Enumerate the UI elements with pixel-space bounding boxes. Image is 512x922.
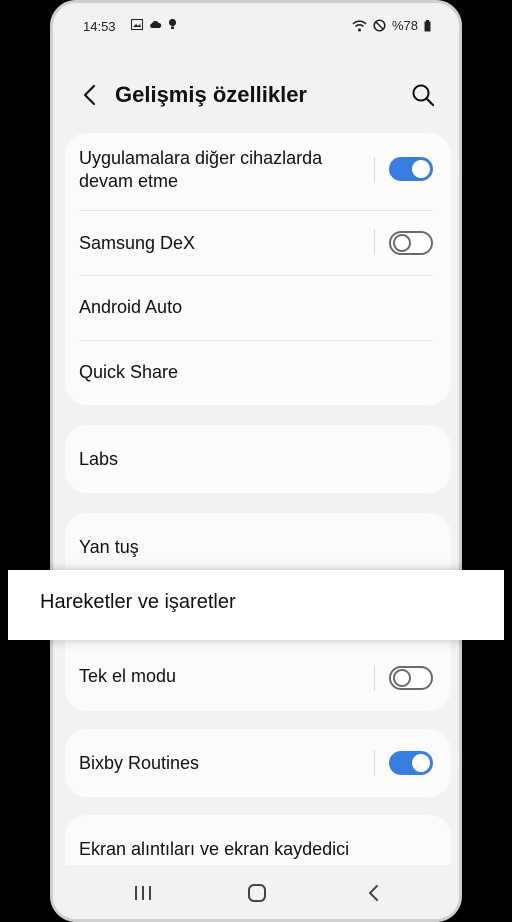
battery-percent: %78 xyxy=(391,18,418,33)
chevron-left-icon[interactable] xyxy=(77,81,105,109)
page-title: Gelişmiş özellikler xyxy=(115,82,307,107)
app-bar: Gelişmiş özellikler xyxy=(53,73,459,121)
recents-button[interactable] xyxy=(129,879,157,907)
setting-samsung-dex-label: Samsung DeX xyxy=(79,233,196,253)
label-line-1: Uygulamalara diğer cihazlarda xyxy=(79,148,323,168)
setting-labs-label: Labs xyxy=(79,449,119,469)
status-bar: 14:53 %78 xyxy=(53,15,459,43)
toggle-knob xyxy=(393,669,411,687)
one-hand-toggle[interactable] xyxy=(389,666,433,690)
settings-group-bixby: Bixby Routines xyxy=(65,729,451,797)
separator xyxy=(374,229,375,255)
back-icon xyxy=(369,885,378,901)
separator xyxy=(374,157,375,183)
setting-continue-apps[interactable]: Uygulamalara diğer cihazlarda devam etme xyxy=(65,133,451,210)
setting-android-auto[interactable]: Android Auto xyxy=(65,276,451,340)
settings-group-labs: Labs xyxy=(65,425,451,493)
battery-icon xyxy=(424,19,431,31)
setting-motions-gestures-highlight[interactable]: Hareketler ve işaretler xyxy=(8,570,504,640)
home-button[interactable] xyxy=(243,879,271,907)
gallery-icon xyxy=(131,18,143,30)
setting-side-key-label: Yan tuş xyxy=(79,537,139,557)
setting-samsung-dex[interactable]: Samsung DeX xyxy=(65,211,451,275)
setting-bixby-routines[interactable]: Bixby Routines xyxy=(65,729,451,797)
setting-screenshots-label: Ekran alıntıları ve ekran kaydedici xyxy=(79,839,350,859)
toggle-knob xyxy=(412,160,430,178)
wifi-icon xyxy=(352,19,367,31)
search-icon[interactable] xyxy=(409,81,437,109)
setting-motions-label: Hareketler ve işaretler xyxy=(40,591,236,613)
settings-group-connectivity: Uygulamalara diğer cihazlarda devam etme… xyxy=(65,133,451,405)
label-line-2: devam etme xyxy=(79,171,179,191)
setting-quick-share-label: Quick Share xyxy=(79,362,179,382)
home-icon xyxy=(248,884,266,902)
cloud-icon xyxy=(150,20,162,28)
navigation-bar xyxy=(53,865,459,919)
setting-bixby-label: Bixby Routines xyxy=(79,753,200,773)
do-not-disturb-icon xyxy=(373,19,386,32)
setting-android-auto-label: Android Auto xyxy=(79,297,183,317)
setting-one-hand-mode[interactable]: Tek el modu xyxy=(65,645,451,711)
phone-screen: 14:53 %78 Gelişmiş özellikler Uygulamala… xyxy=(50,0,462,922)
continue-apps-toggle[interactable] xyxy=(389,157,433,181)
separator xyxy=(374,750,375,776)
toggle-knob xyxy=(393,234,411,252)
status-time: 14:53 xyxy=(83,19,116,34)
samsung-dex-toggle[interactable] xyxy=(389,231,433,255)
recents-icon xyxy=(135,886,151,900)
setting-continue-apps-label: Uygulamalara diğer cihazlarda devam etme xyxy=(79,147,322,193)
setting-quick-share[interactable]: Quick Share xyxy=(65,341,451,405)
setting-labs[interactable]: Labs xyxy=(65,425,451,493)
status-right-icons: %78 xyxy=(352,18,431,33)
toggle-knob xyxy=(412,754,430,772)
bulb-icon xyxy=(168,18,177,29)
separator xyxy=(374,665,375,691)
back-nav-button[interactable] xyxy=(359,879,387,907)
status-left-icons xyxy=(131,18,177,30)
setting-one-hand-label: Tek el modu xyxy=(79,666,177,686)
bixby-routines-toggle[interactable] xyxy=(389,751,433,775)
